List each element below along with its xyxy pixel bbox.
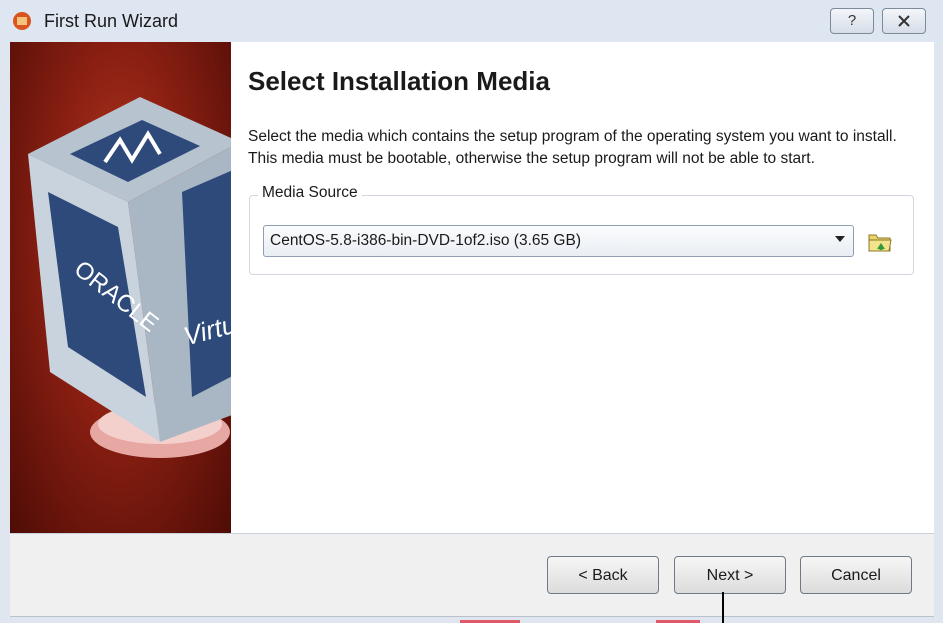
virtualbox-app-icon [13, 12, 31, 30]
page-description: Select the media which contains the setu… [248, 128, 897, 167]
wizard-content [231, 42, 934, 533]
chevron-down-icon[interactable] [835, 236, 845, 242]
media-source-value: CentOS-5.8-i386-bin-DVD-1of2.iso (3.65 G… [270, 232, 581, 249]
cancel-button[interactable]: Cancel [800, 556, 912, 594]
title-bar[interactable]: First Run Wizard ? [0, 0, 943, 42]
virtualbox-cube-logo: ORACLE Virtu [28, 97, 231, 458]
media-source-select[interactable]: CentOS-5.8-i386-bin-DVD-1of2.iso (3.65 G… [263, 225, 854, 257]
folder-open-icon[interactable] [866, 228, 894, 256]
close-icon [898, 15, 910, 27]
window-title: First Run Wizard [44, 11, 179, 31]
mouse-cursor-line [722, 592, 724, 623]
media-source-label: Media Source [258, 184, 362, 202]
wizard-window: First Run Wizard ? ORACLE Virtu Select I… [0, 0, 943, 623]
close-button[interactable] [882, 8, 926, 34]
next-button[interactable]: Next > [674, 556, 786, 594]
help-button[interactable]: ? [830, 8, 874, 34]
wizard-banner-image: ORACLE Virtu [10, 42, 231, 533]
back-button[interactable]: < Back [547, 556, 659, 594]
page-title: Select Installation Media [248, 66, 550, 96]
wizard-footer [10, 534, 934, 616]
